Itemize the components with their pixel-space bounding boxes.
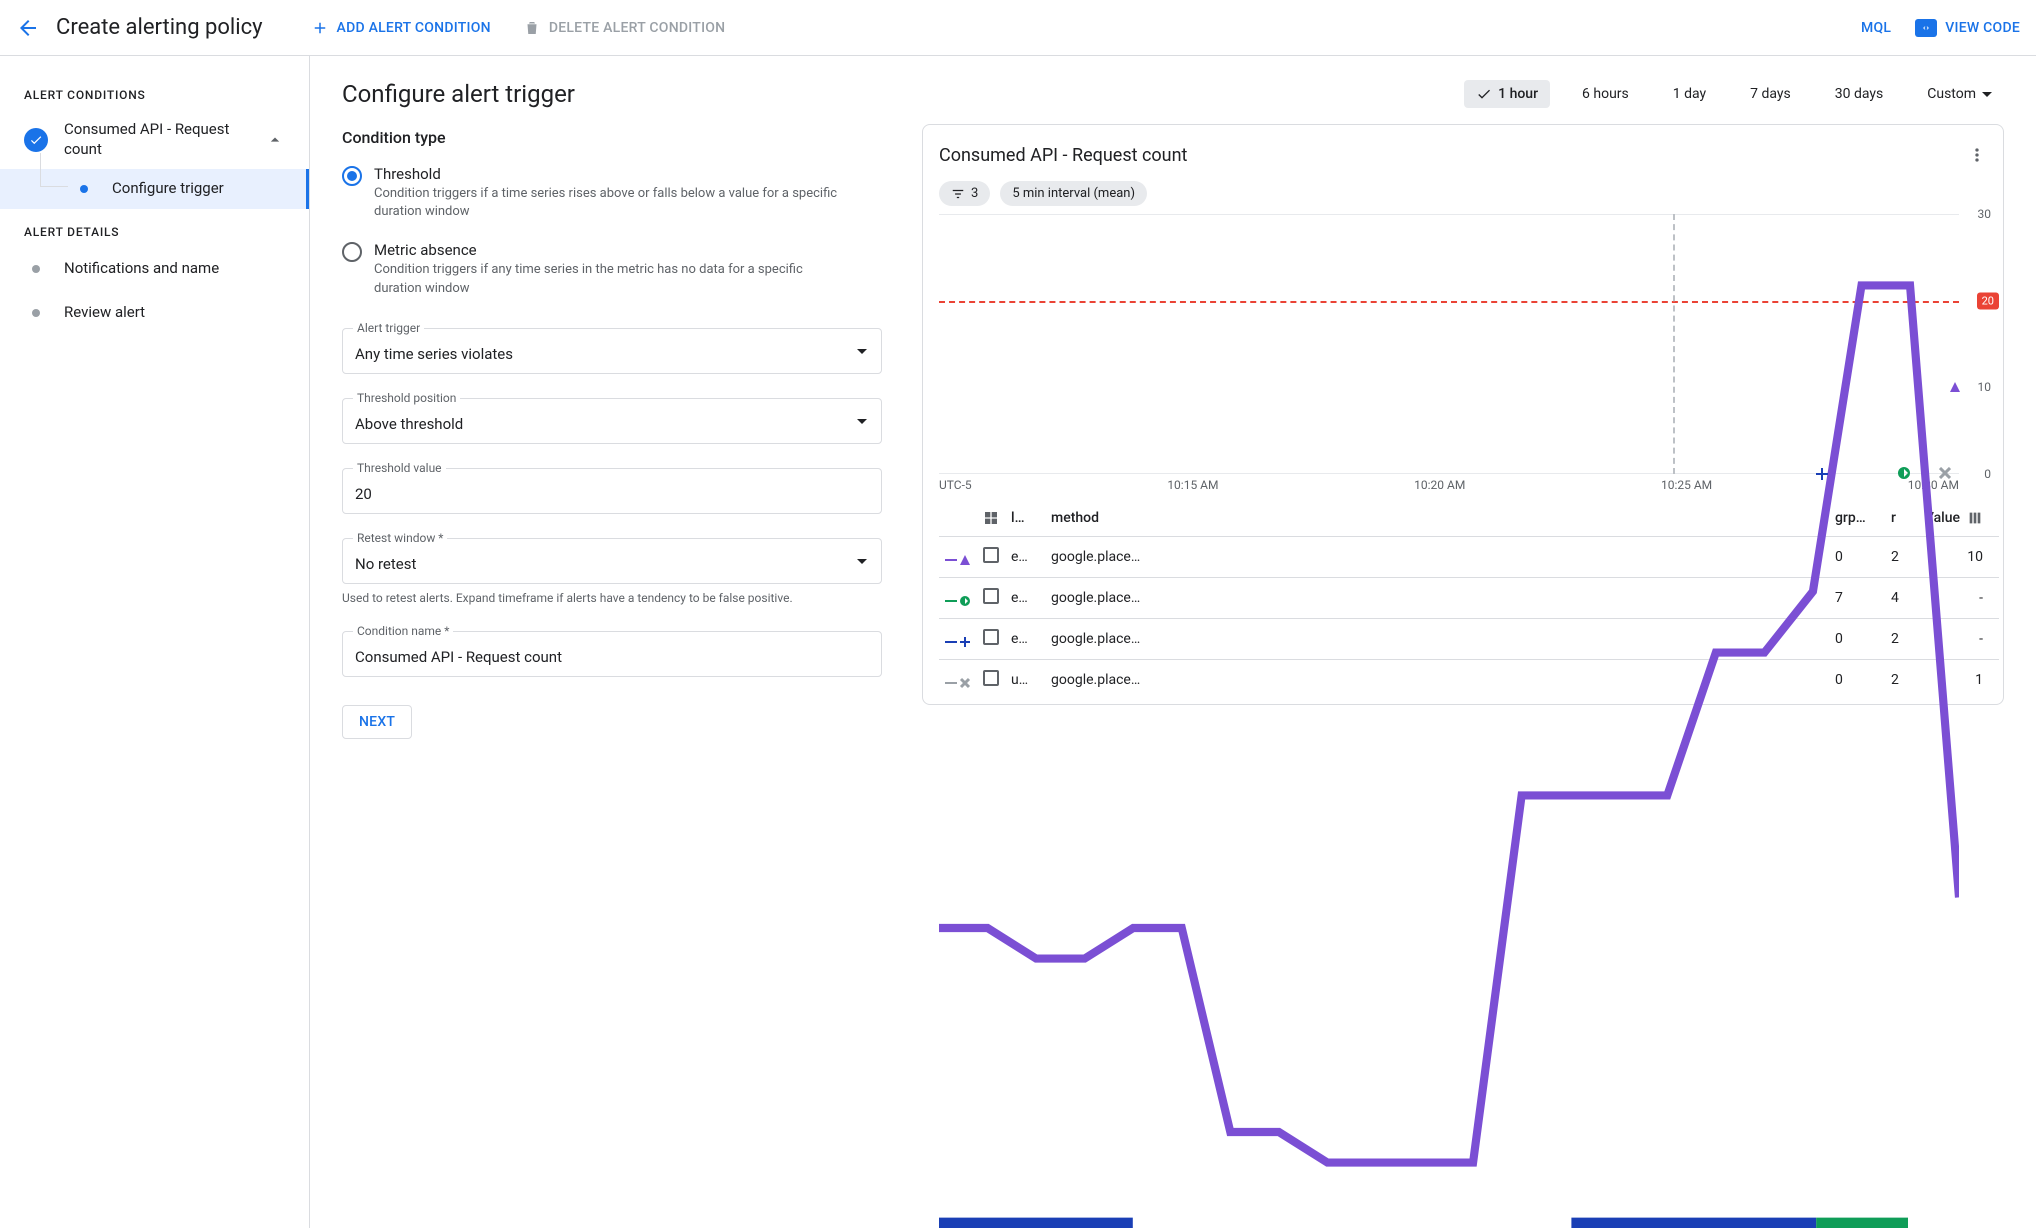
radio-threshold[interactable]: Threshold Condition triggers if a time s… [342,159,882,227]
threshold-badge: 20 [1977,292,1999,309]
dot-icon [32,265,40,273]
x-marker-icon [1939,467,1951,479]
filter-chip[interactable]: 3 [939,181,990,206]
more-vert-icon [1967,145,1987,165]
time-range-1hour[interactable]: 1 hour [1464,80,1550,108]
plus-marker-icon [1816,468,1828,480]
form-column: Configure alert trigger Condition type T… [342,80,882,739]
radio-metric-absence[interactable]: Metric absence Condition triggers if any… [342,235,882,303]
code-icon [1915,19,1937,37]
mql-button[interactable]: MQL [1861,20,1891,36]
sidebar-heading-details: ALERT DETAILS [0,217,309,247]
time-range-selector: 1 hour 6 hours 1 day 7 days 30 days Cust… [922,80,2004,108]
check-icon [1476,86,1492,102]
back-arrow-icon [16,16,40,40]
triangle-marker-icon [1949,381,1961,393]
chart-title: Consumed API - Request count [939,145,1955,166]
sidebar: ALERT CONDITIONS Consumed API - Request … [0,56,310,1228]
chart-column: 1 hour 6 hours 1 day 7 days 30 days Cust… [922,80,2004,739]
plus-icon [311,19,329,37]
sidebar-item-notifications[interactable]: Notifications and name [0,247,309,291]
form-heading: Configure alert trigger [342,80,882,108]
chart-lines [939,214,1959,1228]
top-actions: ADD ALERT CONDITION DELETE ALERT CONDITI… [311,19,726,37]
delete-alert-condition-button[interactable]: DELETE ALERT CONDITION [523,19,726,37]
time-range-30days[interactable]: 30 days [1823,80,1895,108]
threshold-position-select[interactable]: Threshold position Above threshold [342,398,882,444]
next-button[interactable]: NEXT [342,705,412,739]
chart-menu-button[interactable] [1963,141,1991,169]
page-title: Create alerting policy [56,15,263,40]
chart-card: Consumed API - Request count 3 5 min int… [922,124,2004,705]
main: Configure alert trigger Condition type T… [310,56,2036,1228]
alert-trigger-select[interactable]: Alert trigger Any time series violates [342,328,882,374]
radio-icon [342,166,362,186]
radio-icon [342,242,362,262]
time-range-7days[interactable]: 7 days [1738,80,1803,108]
check-circle-icon [24,128,48,152]
topbar: Create alerting policy ADD ALERT CONDITI… [0,0,2036,56]
column-settings-icon[interactable] [1967,510,1983,526]
dot-icon [80,185,88,193]
add-alert-condition-button[interactable]: ADD ALERT CONDITION [311,19,491,37]
condition-type-heading: Condition type [342,128,882,147]
chevron-up-icon[interactable] [265,130,285,150]
trash-icon [523,19,541,37]
retest-hint: Used to retest alerts. Expand timeframe … [342,590,882,607]
pac-marker-icon [1898,467,1910,479]
time-range-6hours[interactable]: 6 hours [1570,80,1641,108]
retest-window-select[interactable]: Retest window * No retest [342,538,882,584]
time-range-custom[interactable]: Custom [1915,80,2004,108]
sidebar-item-review[interactable]: Review alert [0,291,309,335]
sidebar-heading-conditions: ALERT CONDITIONS [0,80,309,110]
sidebar-item-configure-trigger[interactable]: Configure trigger [0,169,309,209]
back-button[interactable] [8,8,48,48]
chart-area[interactable]: 30 10 0 20 [939,214,1959,474]
threshold-value-input[interactable]: Threshold value 20 [342,468,882,514]
interval-chip[interactable]: 5 min interval (mean) [1000,181,1147,206]
dot-icon [32,309,40,317]
time-range-1day[interactable]: 1 day [1661,80,1718,108]
condition-name-input[interactable]: Condition name * Consumed API - Request … [342,631,882,677]
view-code-button[interactable]: VIEW CODE [1915,19,2020,37]
filter-icon [951,187,965,201]
